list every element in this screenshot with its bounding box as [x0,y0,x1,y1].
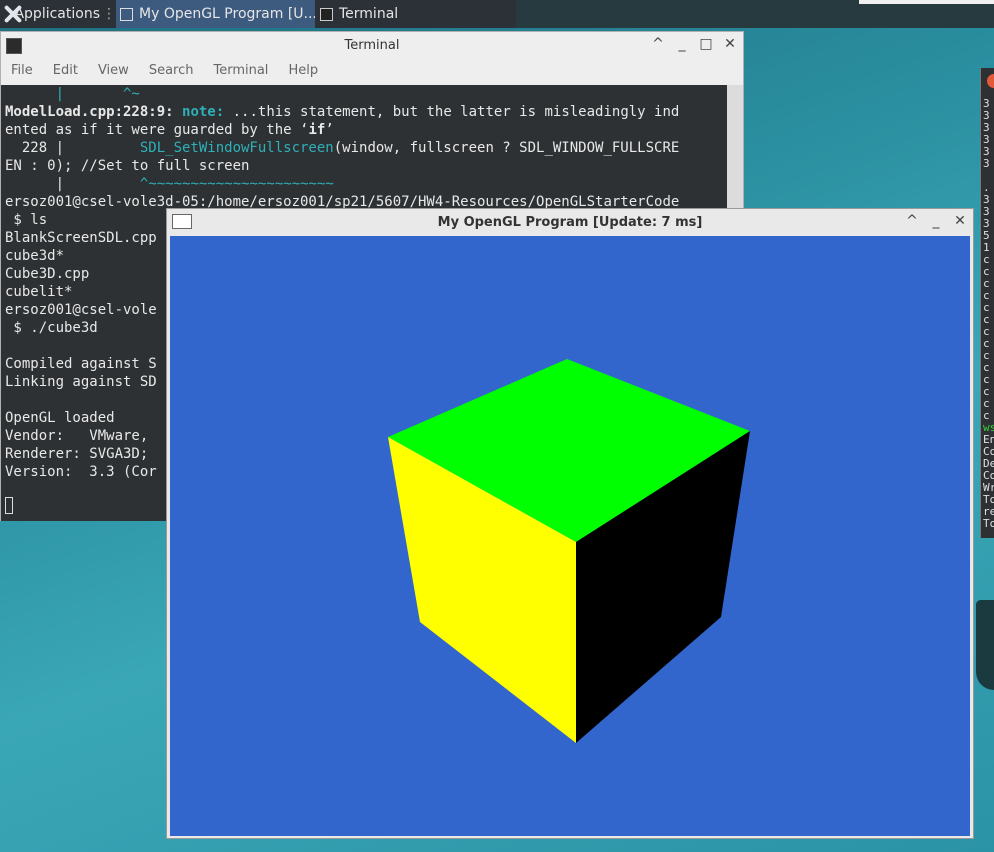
taskbar-item-label: My OpenGL Program [U... [139,6,315,22]
terminal-line: 228 | SDL_SetWindowFullscreen(window, fu… [5,140,680,156]
background-terminal-text: 333333.33351ccccccccccccccwsEnCoDeCoWrTo… [983,98,994,538]
xfce-logo-icon [2,3,10,25]
menu-help[interactable]: Help [278,60,328,84]
wallpaper-tree [976,600,994,690]
background-terminal-line [983,530,994,538]
background-terminal-window[interactable]: 333333.33351ccccccccccccccwsEnCoDeCoWrTo… [980,68,994,538]
minimize-button[interactable]: _ [929,213,943,229]
system-tray[interactable] [859,0,994,4]
close-button[interactable]: ✕ [953,213,967,229]
menu-search[interactable]: Search [139,60,204,84]
opengl-window[interactable]: My OpenGL Program [Update: 7 ms] ^ _ ✕ [166,208,974,839]
shade-button[interactable]: ^ [651,36,665,52]
background-terminal-line: 3 [983,157,990,170]
top-panel: Applications ⋮ My OpenGL Program [U... T… [0,0,516,28]
close-icon[interactable] [987,74,994,88]
menu-terminal[interactable]: Terminal [203,60,278,84]
window-icon [172,214,192,229]
terminal-line: ModelLoad.cpp:228:9: note: ...this state… [5,104,680,120]
opengl-viewport[interactable] [170,236,970,836]
panel-empty-area [516,0,994,28]
minimize-button[interactable]: _ [675,36,689,52]
applications-label: Applications [14,6,100,22]
menu-edit[interactable]: Edit [43,60,88,84]
applications-menu-button[interactable]: Applications ⋮ [0,0,116,28]
terminal-line: ented as if it were guarded by the ‘if’ [5,122,334,138]
opengl-titlebar[interactable]: My OpenGL Program [Update: 7 ms] ^ _ ✕ [167,209,973,236]
menu-view[interactable]: View [88,60,139,84]
terminal-cursor [5,497,13,514]
window-title: My OpenGL Program [Update: 7 ms] [437,215,703,230]
background-terminal-line: To [983,517,994,530]
cube-render [170,236,970,836]
window-title: Terminal [344,38,400,53]
taskbar-item-terminal[interactable]: Terminal [316,0,516,28]
terminal-icon [320,7,333,21]
maximize-button[interactable]: □ [699,36,713,52]
close-button[interactable]: ✕ [723,36,737,52]
terminal-titlebar[interactable]: Terminal ^ _ □ ✕ [1,32,743,59]
terminal-line: EN : 0); //Set to full screen [5,158,250,174]
terminal-menubar: File Edit View Search Terminal Help [1,60,743,84]
taskbar-item-opengl[interactable]: My OpenGL Program [U... [116,0,315,28]
window-icon [120,7,133,21]
terminal-line: | ^~~~~~~~~~~~~~~~~~~~~~~ [5,176,334,192]
terminal-icon [6,38,22,54]
taskbar-item-label: Terminal [339,6,399,22]
shade-button[interactable]: ^ [905,213,919,229]
menu-separator-icon: ⋮ [102,6,116,22]
terminal-line: | ^~ [5,86,140,102]
menu-file[interactable]: File [1,60,43,84]
